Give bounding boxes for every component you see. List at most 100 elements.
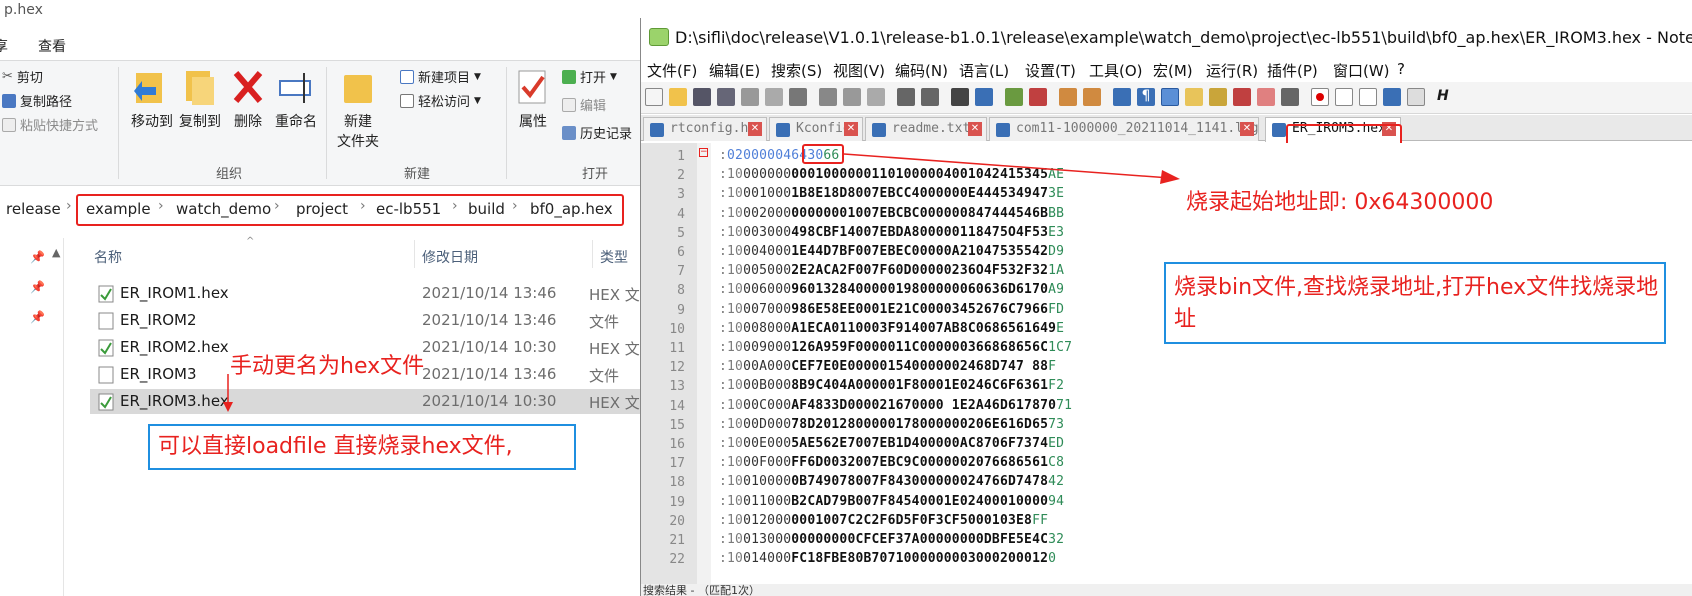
save-icon[interactable] bbox=[693, 88, 711, 106]
edit-button[interactable]: 编辑 bbox=[562, 95, 606, 114]
menu-macro[interactable]: 宏(M) bbox=[1153, 60, 1193, 81]
close-file-icon[interactable] bbox=[741, 88, 759, 106]
run-macro-multiple-icon[interactable] bbox=[1383, 88, 1401, 106]
close-tab-icon[interactable]: ✕ bbox=[748, 122, 762, 136]
monitoring-eye-icon[interactable] bbox=[1281, 88, 1299, 106]
open-icon bbox=[562, 69, 576, 84]
ribbon-divider bbox=[326, 67, 327, 179]
tab-rtconfig-h[interactable]: rtconfig.h ✕ bbox=[643, 117, 767, 141]
open-file-icon[interactable] bbox=[669, 88, 687, 106]
open-button[interactable]: 打开 ▼ bbox=[562, 67, 617, 86]
close-tab-icon[interactable]: ✕ bbox=[1240, 122, 1254, 136]
cut-button[interactable]: ✂ 剪切 bbox=[2, 67, 43, 86]
folder-workspace-icon[interactable] bbox=[1257, 88, 1275, 106]
new-item-button[interactable]: 新建项目 ▼ bbox=[400, 67, 481, 86]
play-macro-icon[interactable] bbox=[1359, 88, 1377, 106]
function-list-icon[interactable] bbox=[1233, 88, 1251, 106]
sync-horizontal-icon[interactable] bbox=[1083, 88, 1101, 106]
paste-shortcut-button[interactable]: 粘贴快捷方式 bbox=[2, 115, 98, 134]
lang-icon[interactable] bbox=[1185, 88, 1203, 106]
line-number: 17 bbox=[669, 456, 685, 472]
find-icon[interactable] bbox=[951, 88, 969, 106]
pin-icon[interactable]: 📌 bbox=[30, 280, 45, 294]
tab-readme-txt[interactable]: readme.txt ✕ bbox=[865, 117, 987, 141]
paste-shortcut-icon bbox=[2, 117, 16, 132]
tab-kconfig[interactable]: Kconfig ✕ bbox=[769, 117, 863, 141]
column-divider[interactable] bbox=[414, 240, 415, 268]
delete-button[interactable]: 删除 bbox=[226, 67, 270, 131]
paste-icon[interactable] bbox=[867, 88, 885, 106]
copy-to-button[interactable]: 复制到 bbox=[172, 67, 228, 131]
column-divider[interactable] bbox=[592, 240, 593, 268]
record-colon: : bbox=[719, 167, 728, 183]
redo-icon[interactable] bbox=[921, 88, 939, 106]
stop-macro-icon[interactable] bbox=[1335, 88, 1353, 106]
easy-access-button[interactable]: 轻松访问 ▼ bbox=[400, 91, 481, 110]
indent-guide-icon[interactable] bbox=[1161, 88, 1179, 106]
file-row[interactable]: ER_IROM1.hex 2021/10/14 13:46 HEX 文 bbox=[90, 281, 640, 306]
file-row-selected[interactable]: ER_IROM3.hex 2021/10/14 10:30 HEX 文 bbox=[90, 389, 640, 414]
hex-editor-icon[interactable]: H bbox=[1437, 88, 1455, 106]
menu-window[interactable]: 窗口(W) bbox=[1333, 60, 1390, 81]
sync-vertical-icon[interactable] bbox=[1059, 88, 1077, 106]
menu-edit[interactable]: 编辑(E) bbox=[709, 60, 760, 81]
menu-view[interactable]: 视图(V) bbox=[833, 60, 885, 81]
zoom-out-icon[interactable] bbox=[1029, 88, 1047, 106]
menu-plugins[interactable]: 插件(P) bbox=[1267, 60, 1318, 81]
cut-icon[interactable] bbox=[819, 88, 837, 106]
properties-button[interactable]: 属性 bbox=[508, 67, 558, 131]
record-data: 2E2ACA2F007F60D00000236O4F532F32 bbox=[791, 263, 1049, 279]
collapse-arrow-icon[interactable]: ▲ bbox=[52, 246, 60, 259]
tab-share[interactable]: 享 bbox=[0, 36, 8, 56]
copy-icon[interactable] bbox=[843, 88, 861, 106]
column-header-type[interactable]: 类型 bbox=[600, 247, 628, 267]
new-folder-label: 新建 文件夹 bbox=[337, 114, 379, 150]
checksum: 1A bbox=[1048, 263, 1065, 279]
line-number: 22 bbox=[669, 552, 685, 568]
menu-search[interactable]: 搜索(S) bbox=[771, 60, 822, 81]
copy-path-button[interactable]: 复制路径 bbox=[2, 91, 72, 110]
doc-map-icon[interactable] bbox=[1209, 88, 1227, 106]
close-tab-icon[interactable]: ✕ bbox=[844, 122, 858, 136]
show-all-chars-icon[interactable]: ¶ bbox=[1137, 88, 1155, 106]
rename-button[interactable]: 重命名 bbox=[268, 67, 324, 131]
zoom-in-icon[interactable] bbox=[1005, 88, 1023, 106]
menu-tools[interactable]: 工具(O) bbox=[1089, 60, 1143, 81]
column-header-name[interactable]: 名称 bbox=[94, 247, 122, 267]
history-button[interactable]: 历史记录 bbox=[562, 123, 632, 142]
print-icon[interactable] bbox=[789, 88, 807, 106]
notepadpp-logo-icon bbox=[649, 28, 669, 46]
new-item-label: 新建项目 bbox=[418, 71, 471, 86]
undo-icon[interactable] bbox=[897, 88, 915, 106]
replace-icon[interactable] bbox=[975, 88, 993, 106]
close-tab-icon[interactable]: ✕ bbox=[968, 122, 982, 136]
save-all-icon[interactable] bbox=[717, 88, 735, 106]
close-all-icon[interactable] bbox=[765, 88, 783, 106]
record-macro-icon[interactable] bbox=[1311, 88, 1329, 106]
byte-count: 10 bbox=[727, 340, 744, 355]
pin-icon[interactable]: 📌 bbox=[30, 250, 45, 264]
menu-settings[interactable]: 设置(T) bbox=[1025, 60, 1076, 81]
record-address: 0010 bbox=[743, 186, 776, 202]
tab-view[interactable]: 查看 bbox=[38, 36, 66, 56]
column-header-date[interactable]: 修改日期 bbox=[422, 247, 478, 267]
record-address: 0090 bbox=[743, 340, 776, 355]
file-row[interactable]: ER_IROM2 2021/10/14 13:46 文件 bbox=[90, 308, 640, 333]
breadcrumb-release[interactable]: release bbox=[6, 200, 61, 218]
menu-file[interactable]: 文件(F) bbox=[647, 60, 697, 81]
new-file-icon[interactable] bbox=[645, 88, 663, 106]
byte-count: 10 bbox=[727, 416, 744, 432]
pin-icon[interactable]: 📌 bbox=[30, 310, 45, 324]
record-address: 0050 bbox=[743, 263, 776, 279]
fold-collapse-icon[interactable]: − bbox=[699, 148, 708, 157]
new-folder-button[interactable]: 新建 文件夹 bbox=[330, 67, 386, 151]
menu-run[interactable]: 运行(R) bbox=[1206, 60, 1258, 81]
record-address: 0030 bbox=[743, 224, 776, 240]
menu-language[interactable]: 语言(L) bbox=[959, 60, 1009, 81]
menu-encoding[interactable]: 编码(N) bbox=[895, 60, 948, 81]
save-macro-icon[interactable] bbox=[1407, 88, 1425, 106]
hex-file-icon bbox=[98, 393, 114, 411]
word-wrap-icon[interactable] bbox=[1113, 88, 1131, 106]
tab-com11-log[interactable]: com11-1000000_20211014_1141.log ✕ bbox=[989, 117, 1259, 141]
menu-help[interactable]: ? bbox=[1397, 60, 1405, 78]
